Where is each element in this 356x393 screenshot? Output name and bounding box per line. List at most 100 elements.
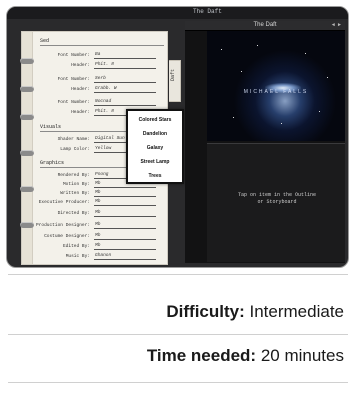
star — [319, 111, 320, 112]
time-needed-label: Time needed: — [146, 346, 257, 365]
popup-menu: Colored Stars Dandelion Galaxy Street La… — [126, 109, 184, 184]
field-value[interactable]: Ghanon — [92, 253, 162, 260]
field-label: Directed By: — [57, 211, 90, 216]
form-row[interactable]: Header: — [40, 110, 90, 116]
form-row[interactable]: Directed By: — [40, 211, 90, 217]
time-needed-value: 20 minutes — [260, 346, 344, 365]
field-label: Rendered By: — [57, 173, 90, 178]
star — [241, 71, 242, 72]
form-row[interactable]: Header: — [40, 63, 90, 69]
form-row[interactable]: Font Number: — [40, 53, 90, 59]
field-label: Edited By: — [62, 244, 90, 249]
field-value-text: Mb — [95, 190, 101, 195]
field-underline — [94, 205, 156, 206]
field-label: Header: — [71, 63, 90, 68]
field-label: Written By: — [60, 191, 90, 196]
field-value-text: Nocnad — [95, 99, 112, 104]
star — [327, 77, 328, 78]
form-row[interactable]: Production Designer: — [36, 223, 90, 229]
section-title: Visuals — [40, 124, 62, 130]
field-value-text: Serb — [95, 76, 106, 81]
time-needed-line: Time needed: 20 minutes — [147, 346, 344, 366]
menu-item-galaxy[interactable]: Galaxy — [128, 145, 182, 151]
top-bar: The Daft — [7, 7, 348, 19]
form-row[interactable]: Executive Producer: — [39, 200, 90, 206]
form-row[interactable]: Font Number: — [40, 77, 90, 83]
divider — [8, 274, 348, 275]
section-title: Graphics — [40, 160, 65, 166]
field-label: Motion By: — [62, 182, 90, 187]
field-underline — [94, 216, 156, 217]
difficulty-line: Difficulty: Intermediate — [166, 302, 344, 322]
form-row[interactable]: Edited By: — [40, 244, 90, 250]
menu-item-street-lamp[interactable]: Street Lamp — [128, 159, 182, 165]
field-value[interactable]: Mb — [92, 222, 162, 229]
menu-item-trees[interactable]: Trees — [128, 173, 182, 179]
form-row[interactable]: Music By: — [40, 254, 90, 260]
field-value[interactable]: Ba — [92, 52, 162, 59]
star — [233, 117, 234, 118]
galaxy-title-text: MICHAEL FALLS — [243, 89, 309, 95]
field-underline — [94, 259, 156, 260]
field-value[interactable]: Mb — [92, 210, 162, 217]
binder-ring — [20, 86, 34, 92]
field-value-text: Ghanon — [95, 253, 112, 258]
binder-ring — [20, 114, 34, 120]
field-value[interactable]: Mb — [92, 199, 162, 206]
form-row[interactable]: Header: — [40, 87, 90, 93]
field-underline — [94, 105, 156, 106]
form-row[interactable]: Rendered By: — [40, 173, 90, 179]
section-title: Sed — [40, 38, 50, 44]
difficulty-label: Difficulty: — [166, 302, 245, 321]
field-value-text: Grabb. W — [95, 86, 117, 91]
field-underline — [94, 228, 156, 229]
section-rule — [40, 45, 164, 46]
notebook-tab-label: Daft — [170, 69, 176, 82]
field-label: Lamp Color: — [60, 147, 90, 152]
field-underline — [94, 249, 156, 250]
field-value[interactable]: Phit. 8 — [92, 62, 162, 69]
form-row[interactable]: Motion By: — [40, 182, 90, 188]
viewer-panel: The Daft ◄ ► MICHAEL FALLS Tap on item i… — [185, 21, 345, 263]
field-value-text: Mb — [95, 210, 101, 215]
field-value[interactable]: Mb — [92, 243, 162, 250]
storyboard-panel[interactable]: Tap on item in the Outline or Storyboard — [207, 143, 345, 262]
viewer-title: The Daft — [253, 22, 277, 28]
form-row[interactable]: Font Number: — [40, 100, 90, 106]
field-value[interactable]: Mb — [92, 233, 162, 240]
field-underline — [94, 196, 156, 197]
menu-item-colored-stars[interactable]: Colored Stars — [128, 117, 182, 123]
field-value-text: Phit. 8 — [95, 109, 114, 114]
viewer-title-bar: The Daft ◄ ► — [185, 21, 345, 31]
binder-ring — [20, 150, 34, 156]
field-value[interactable]: Nocnad — [92, 99, 162, 106]
field-value[interactable]: Mb — [92, 190, 162, 197]
field-value-text: Phit. 8 — [95, 62, 114, 67]
field-value[interactable]: Serb — [92, 76, 162, 83]
binder-edge — [22, 32, 33, 264]
galaxy-preview[interactable]: MICHAEL FALLS — [207, 31, 345, 141]
field-value-text: Mb — [95, 199, 101, 204]
form-row[interactable]: Written By: — [40, 191, 90, 197]
star — [305, 53, 306, 54]
binder-ring — [20, 186, 34, 192]
divider — [8, 334, 348, 335]
field-value-text: Yellow — [95, 146, 112, 151]
field-value-text: Mb — [95, 222, 101, 227]
field-value-text: Pnong — [95, 172, 109, 177]
star — [257, 45, 258, 46]
field-label: Production Designer: — [35, 223, 90, 228]
divider — [8, 382, 348, 383]
form-row[interactable]: Shader Name: — [40, 137, 90, 143]
field-label: Font Number: — [57, 77, 90, 82]
form-row[interactable]: Costume Designer: — [40, 234, 90, 240]
field-label: Header: — [71, 87, 90, 92]
field-value[interactable]: Grabb. W — [92, 86, 162, 93]
menu-item-dandelion[interactable]: Dandelion — [128, 131, 182, 137]
notebook-tab[interactable]: Daft — [169, 60, 181, 102]
binder-ring — [20, 222, 34, 228]
difficulty-value: Intermediate — [249, 302, 345, 321]
field-label: Header: — [71, 110, 90, 115]
form-row[interactable]: Lamp Color: — [40, 147, 90, 153]
viewer-controls[interactable]: ◄ ► — [331, 22, 342, 28]
